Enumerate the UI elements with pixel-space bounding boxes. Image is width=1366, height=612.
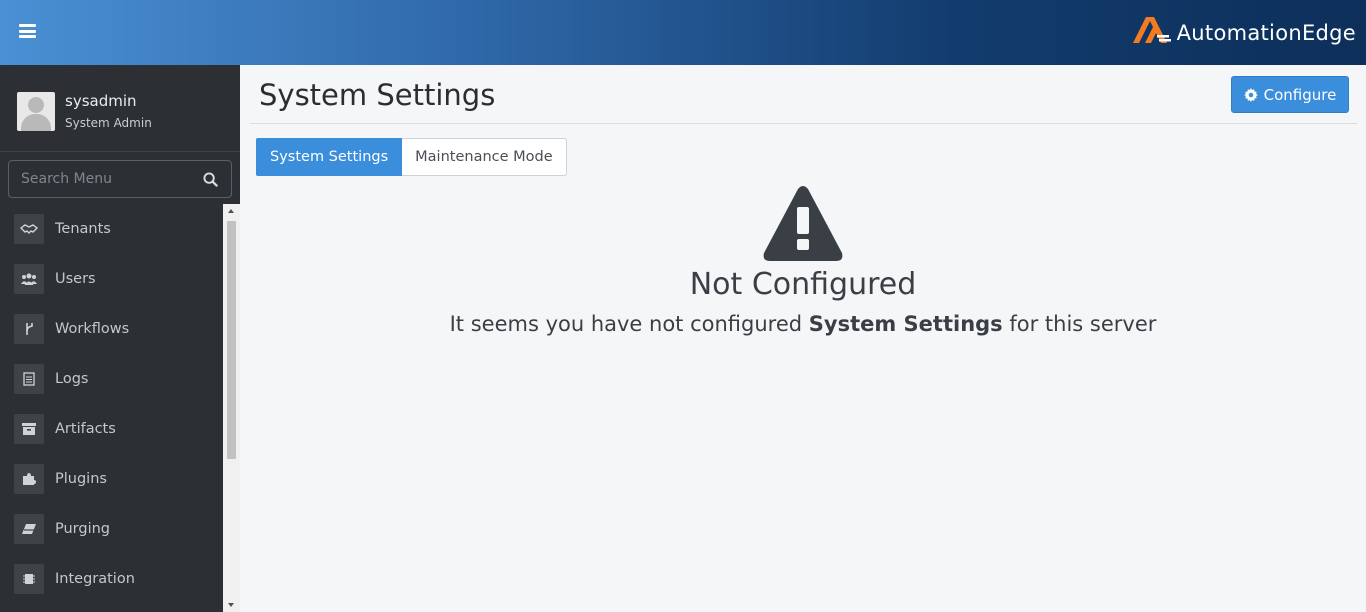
empty-state-message-suffix: for this server bbox=[1002, 312, 1157, 336]
sidebar-item-workflows[interactable]: Workflows bbox=[0, 304, 223, 354]
avatar bbox=[17, 92, 55, 131]
hamburger-icon[interactable] bbox=[19, 24, 36, 38]
sidebar-menu: Tenants Users Workflows Logs Artifacts P… bbox=[0, 204, 223, 612]
chip-icon bbox=[14, 564, 44, 594]
user-name: sysadmin bbox=[65, 92, 137, 110]
empty-state-message: It seems you have not configured System … bbox=[240, 312, 1366, 336]
page-title: System Settings bbox=[259, 78, 496, 112]
sidebar-item-label: Logs bbox=[55, 371, 89, 387]
sidebar-item-label: Users bbox=[55, 271, 96, 287]
configure-button-label: Configure bbox=[1263, 85, 1337, 104]
sidebar-item-label: Workflows bbox=[55, 321, 130, 337]
sidebar: sysadmin System Admin Tenants Users Work… bbox=[0, 65, 240, 612]
sidebar-item-tenants[interactable]: Tenants bbox=[0, 204, 223, 254]
tab-maintenance-mode[interactable]: Maintenance Mode bbox=[402, 138, 567, 176]
users-icon bbox=[14, 264, 44, 294]
scrollbar-thumb[interactable] bbox=[227, 221, 236, 459]
search-icon[interactable] bbox=[203, 172, 218, 187]
sidebar-item-label: Plugins bbox=[55, 471, 107, 487]
sidebar-item-artifacts[interactable]: Artifacts bbox=[0, 404, 223, 454]
gear-icon bbox=[1243, 87, 1258, 102]
sidebar-item-label: Purging bbox=[55, 521, 111, 537]
empty-state-message-bold: System Settings bbox=[808, 312, 1003, 336]
empty-state-title: Not Configured bbox=[689, 267, 917, 302]
file-text-icon bbox=[14, 364, 44, 394]
settings-tabs: System Settings Maintenance Mode bbox=[256, 138, 567, 176]
user-panel: sysadmin System Admin bbox=[0, 65, 240, 152]
sidebar-item-purging[interactable]: Purging bbox=[0, 504, 223, 554]
empty-state-message-prefix: It seems you have not configured bbox=[449, 312, 809, 336]
branch-icon bbox=[14, 314, 44, 344]
empty-state: Not Configured It seems you have not con… bbox=[240, 185, 1366, 336]
sidebar-item-integration[interactable]: Integration bbox=[0, 554, 223, 604]
scroll-down-arrow-icon[interactable] bbox=[228, 603, 234, 607]
sidebar-item-label: Integration bbox=[55, 571, 135, 587]
tab-system-settings[interactable]: System Settings bbox=[256, 138, 403, 176]
warning-icon bbox=[763, 186, 843, 261]
sidebar-item-users[interactable]: Users bbox=[0, 254, 223, 304]
brand-logo: AutomationEdge bbox=[1131, 12, 1356, 48]
scroll-up-arrow-icon[interactable] bbox=[228, 209, 234, 213]
sidebar-item-plugins[interactable]: Plugins bbox=[0, 454, 223, 504]
user-role: System Admin bbox=[65, 116, 152, 130]
sidebar-item-label: Tenants bbox=[55, 221, 111, 237]
configure-button[interactable]: Configure bbox=[1231, 76, 1349, 113]
search-menu-input[interactable] bbox=[9, 161, 199, 197]
eraser-icon bbox=[14, 514, 44, 544]
title-divider bbox=[250, 123, 1357, 124]
archive-icon bbox=[14, 414, 44, 444]
puzzle-icon bbox=[14, 464, 44, 494]
sidebar-item-logs[interactable]: Logs bbox=[0, 354, 223, 404]
automationedge-logo-mark bbox=[1132, 17, 1171, 43]
main-content: System Settings Configure System Setting… bbox=[240, 65, 1366, 612]
sidebar-item-label: Artifacts bbox=[55, 421, 116, 437]
handshake-icon bbox=[14, 214, 44, 244]
top-header: AutomationEdge bbox=[0, 0, 1366, 65]
brand-name: AutomationEdge bbox=[1176, 21, 1356, 45]
sidebar-scrollbar[interactable] bbox=[223, 204, 240, 612]
search-menu-box bbox=[8, 160, 232, 198]
